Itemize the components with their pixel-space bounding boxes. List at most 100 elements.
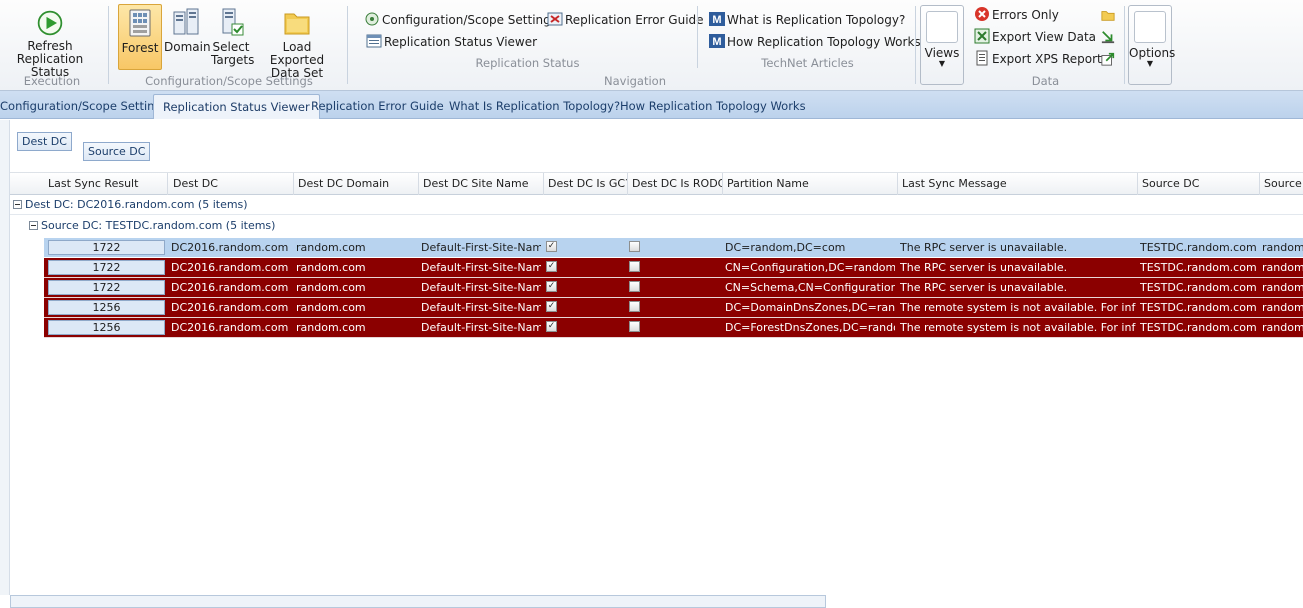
export-arrow-icon[interactable] — [1101, 30, 1115, 44]
export-view-data-label: Export View Data — [992, 30, 1096, 44]
column-header-last-sync-result[interactable]: Last Sync Result — [44, 173, 168, 195]
open-report-icon[interactable] — [1101, 52, 1115, 66]
column-header-dest-dc[interactable]: Dest DC — [169, 173, 294, 195]
table-row[interactable]: 1722 DC2016.random.com random.com Defaul… — [44, 278, 1303, 298]
is-rodc-checkbox — [629, 281, 640, 292]
open-folder-icon[interactable] — [1101, 8, 1115, 22]
group-by-source-dc-chip[interactable]: Source DC — [83, 142, 150, 161]
last-sync-result-cell: 1256 — [48, 300, 165, 315]
column-header-dest-dc-is-gc[interactable]: Dest DC Is GC? — [544, 173, 628, 195]
table-row[interactable]: 1722 DC2016.random.com random.com Defaul… — [44, 258, 1303, 278]
dest-dc-cell: DC2016.random.com — [171, 278, 291, 297]
group-row-dest-dc-label: Dest DC: DC2016.random.com (5 items) — [25, 198, 248, 211]
is-gc-checkbox: ✓ — [546, 241, 557, 252]
replication-error-guide-button[interactable]: Replication Error Guide — [547, 10, 704, 30]
horizontal-scrollbar[interactable] — [10, 595, 826, 608]
last-sync-message-cell: The RPC server is unavailable. — [900, 238, 1136, 257]
tab-replication-error-guide[interactable]: Replication Error Guide — [311, 94, 444, 119]
how-replication-topology-works-button[interactable]: M How Replication Topology Works — [709, 32, 921, 52]
collapse-icon[interactable] — [13, 200, 22, 209]
tab-what-is-replication-topology[interactable]: What Is Replication Topology? — [449, 94, 620, 119]
execution-group: Refresh Replication Status Execution — [0, 0, 104, 91]
separator — [108, 6, 109, 84]
collapse-icon[interactable] — [29, 221, 38, 230]
table-row[interactable]: 1256 DC2016.random.com random.com Defaul… — [44, 298, 1303, 318]
dest-dc-domain-cell: random.com — [296, 258, 416, 277]
load-exported-data-set-button[interactable]: Load Exported Data Set — [256, 4, 338, 70]
play-icon — [36, 9, 64, 37]
group-row-source-dc[interactable]: Source DC: TESTDC.random.com (5 items) — [27, 217, 1303, 236]
source-domain-cell: random.com — [1262, 278, 1303, 297]
is-gc-checkbox: ✓ — [546, 301, 557, 312]
tab-how-replication-topology-works[interactable]: How Replication Topology Works — [620, 94, 806, 119]
options-dropdown[interactable]: Options ▼ — [1128, 5, 1172, 85]
execution-group-label: Execution — [0, 74, 104, 88]
config-scope-group: Forest Domain Select Targets — [110, 0, 348, 91]
column-header-dest-dc-domain[interactable]: Dest DC Domain — [294, 173, 419, 195]
column-header-partition-name[interactable]: Partition Name — [723, 173, 898, 195]
source-domain-cell: random.com — [1262, 238, 1303, 257]
status-viewer-icon — [366, 33, 382, 49]
partition-name-cell: DC=random,DC=com — [725, 238, 895, 257]
excel-icon — [974, 28, 990, 44]
data-group-label: Data — [968, 74, 1123, 88]
column-header-last-sync-message[interactable]: Last Sync Message — [898, 173, 1138, 195]
select-targets-button[interactable]: Select Targets — [208, 4, 254, 70]
config-scope-settings-label: Configuration/Scope Settings — [382, 13, 557, 27]
domain-button[interactable]: Domain — [164, 4, 208, 70]
domain-icon — [170, 6, 202, 38]
column-header-source-dc[interactable]: Source DC — [1138, 173, 1260, 195]
table-row[interactable]: 1722 DC2016.random.com random.com Defaul… — [44, 238, 1303, 258]
source-dc-cell: TESTDC.random.com — [1140, 318, 1258, 337]
dest-dc-cell: DC2016.random.com — [171, 318, 291, 337]
refresh-label: Refresh Replication Status — [17, 39, 83, 79]
what-is-replication-topology-button[interactable]: M What is Replication Topology? — [709, 10, 905, 30]
last-sync-message-cell: The RPC server is unavailable. — [900, 278, 1136, 297]
partition-name-cell: CN=Schema,CN=Configuration,D... — [725, 278, 895, 297]
xps-report-icon — [974, 50, 990, 66]
dest-dc-cell: DC2016.random.com — [171, 238, 291, 257]
dest-dc-cell: DC2016.random.com — [171, 298, 291, 317]
errors-only-label: Errors Only — [992, 8, 1059, 22]
dest-dc-cell: DC2016.random.com — [171, 258, 291, 277]
config-scope-settings-button[interactable]: Configuration/Scope Settings — [364, 10, 557, 30]
views-dropdown[interactable]: Views ▼ — [920, 5, 964, 85]
partition-name-cell: DC=ForestDnsZones,DC=random,... — [725, 318, 895, 337]
forest-button[interactable]: Forest — [118, 4, 162, 70]
export-view-data-button[interactable]: Export View Data — [974, 27, 1096, 47]
last-sync-message-cell: The remote system is not available. For … — [900, 318, 1136, 337]
source-domain-cell: random.com — [1262, 298, 1303, 317]
tab-replication-status-viewer[interactable]: Replication Status Viewer — [153, 94, 320, 119]
export-xps-reports-button[interactable]: Export XPS Reports — [974, 49, 1108, 69]
source-dc-cell: TESTDC.random.com — [1140, 258, 1258, 277]
dest-dc-domain-cell: random.com — [296, 318, 416, 337]
svg-text:M: M — [712, 14, 721, 26]
forest-icon — [124, 7, 156, 39]
svg-text:M: M — [712, 36, 721, 48]
last-sync-result-cell: 1256 — [48, 320, 165, 335]
ribbon: Refresh Replication Status Execution For… — [0, 0, 1303, 91]
source-dc-cell: TESTDC.random.com — [1140, 298, 1258, 317]
error-icon — [974, 6, 990, 22]
source-dc-cell: TESTDC.random.com — [1140, 278, 1258, 297]
source-dc-cell: TESTDC.random.com — [1140, 238, 1258, 257]
table-row[interactable]: 1256 DC2016.random.com random.com Defaul… — [44, 318, 1303, 338]
replication-status-viewer-label: Replication Status Viewer — [384, 35, 537, 49]
errors-only-button[interactable]: Errors Only — [974, 5, 1059, 25]
replication-status-viewer-button[interactable]: Replication Status Viewer — [366, 32, 537, 52]
column-header-source-domain[interactable]: Source D — [1260, 173, 1303, 195]
select-targets-label: Select Targets — [211, 41, 251, 67]
refresh-replication-status-button[interactable]: Refresh Replication Status — [0, 4, 100, 70]
forest-label: Forest — [122, 41, 159, 55]
is-rodc-checkbox — [629, 321, 640, 332]
domain-label: Domain — [164, 40, 211, 54]
group-by-dest-dc-chip[interactable]: Dest DC — [17, 132, 72, 151]
last-sync-message-cell: The remote system is not available. For … — [900, 298, 1136, 317]
column-header-dest-dc-site-name[interactable]: Dest DC Site Name — [419, 173, 544, 195]
select-targets-icon — [215, 6, 247, 38]
tab-config-scope-settings[interactable]: Configuration/Scope Settings — [0, 94, 168, 119]
column-header-dest-dc-is-rodc[interactable]: Dest DC Is RODC? — [628, 173, 723, 195]
technet-group: M What is Replication Topology? M How Re… — [700, 0, 915, 91]
group-row-dest-dc[interactable]: Dest DC: DC2016.random.com (5 items) — [10, 196, 1303, 215]
separator — [1124, 6, 1125, 84]
